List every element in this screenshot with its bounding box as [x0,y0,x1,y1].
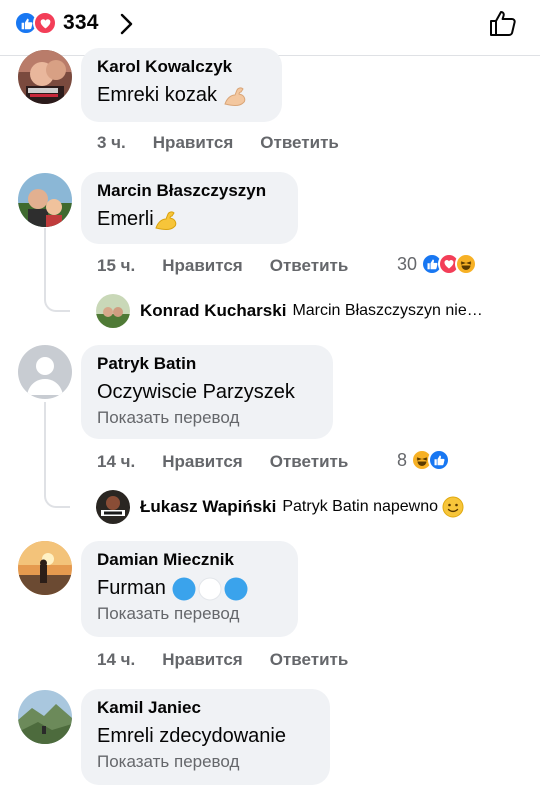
comment-author[interactable]: Patryk Batin [97,353,317,375]
comment-reaction-count: 8 [397,449,408,470]
comment-text: Emreli zdecydowanie [97,725,286,747]
white-circle-icon [198,577,222,601]
reply-avatar[interactable] [96,490,130,524]
chevron-right-icon[interactable] [116,12,136,36]
comment-actions: 14 ч. Нравится Ответить [97,452,348,472]
flexed-biceps-icon [223,87,245,106]
comment-text: Emreki kozak [97,81,266,109]
comment-actions: 3 ч. Нравится Ответить [97,133,339,153]
haha-icon [455,253,478,275]
reply-preview[interactable]: Łukasz Wapiński Patryk Batin napewno [96,490,464,524]
comment-author[interactable]: Marcin Błaszczyszyn [97,180,282,202]
comment-bubble: Patryk Batin Oczywiscie Parzyszek Показа… [81,345,333,439]
comment-actions: 14 ч. Нравится Ответить [97,650,348,670]
comment-bubble: Damian Miecznik Furman Показать перевод [81,541,298,637]
show-translation-link[interactable]: Показать перевод [97,407,317,429]
like-button[interactable]: Нравится [162,650,243,670]
like-button[interactable]: Нравится [162,256,243,276]
comment-text: Furman [97,574,282,602]
reply-button[interactable]: Ответить [270,452,349,472]
avatar[interactable] [18,50,72,104]
reply-thread-line [44,402,70,508]
comment-time[interactable]: 14 ч. [97,650,135,670]
header-reactions-summary[interactable]: 334 [14,10,99,36]
reply-button[interactable]: Ответить [260,133,339,153]
comment-bubble: Kamil Janiec Emreli zdecydowanie Показат… [81,689,330,785]
avatar[interactable] [18,173,72,227]
comment-reaction-count: 30 [397,253,418,274]
reactions-header: 334 [0,0,540,56]
comment-text: Oczywiscie Parzyszek [97,381,295,403]
like-button-icon[interactable] [488,8,518,38]
reply-preview[interactable]: Konrad Kucharski Marcin Błaszczyszyn nie… [96,294,483,328]
comment-time[interactable]: 15 ч. [97,256,135,276]
comment-author[interactable]: Kamil Janiec [97,697,314,719]
reply-avatar[interactable] [96,294,130,328]
avatar[interactable] [18,541,72,595]
comment-bubble: Karol Kowalczyk Emreki kozak [81,48,282,122]
reply-text: Patryk Batin napewno [282,496,464,518]
reply-author[interactable]: Łukasz Wapiński [140,497,276,517]
slightly-smiling-face-icon [442,496,464,518]
reply-thread-line [44,228,70,312]
blue-circle-icon [172,577,196,601]
reply-button[interactable]: Ответить [270,650,349,670]
comment-author[interactable]: Karol Kowalczyk [97,56,266,78]
reply-author[interactable]: Konrad Kucharski [140,301,286,321]
show-translation-link[interactable]: Показать перевод [97,751,314,773]
love-icon [33,11,57,35]
comment-reactions-summary[interactable]: 30 [397,253,478,275]
flexed-biceps-icon [155,211,176,230]
show-translation-link[interactable]: Показать перевод [97,603,282,625]
avatar[interactable] [18,345,72,399]
comment-author[interactable]: Damian Miecznik [97,549,282,571]
avatar[interactable] [18,690,72,744]
comment-time[interactable]: 3 ч. [97,133,126,153]
comment-time[interactable]: 14 ч. [97,452,135,472]
comment-actions: 15 ч. Нравится Ответить [97,256,348,276]
comment-bubble: Marcin Błaszczyszyn Emerli [81,172,298,244]
reaction-count[interactable]: 334 [63,11,99,35]
like-button[interactable]: Нравится [153,133,234,153]
comment-text: Emerli [97,205,282,233]
like-icon [428,449,451,471]
comment-reactions-summary[interactable]: 8 [397,449,451,471]
reply-text: Marcin Błaszczyszyn nie… [292,302,483,319]
reply-button[interactable]: Ответить [270,256,349,276]
blue-circle-icon [224,577,248,601]
like-button[interactable]: Нравится [162,452,243,472]
